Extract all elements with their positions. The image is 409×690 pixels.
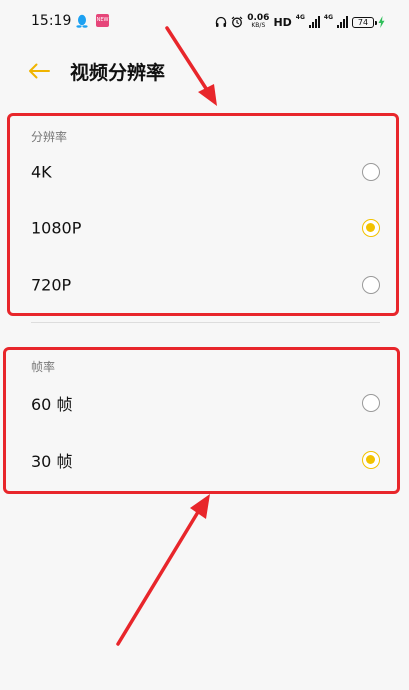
signal-strength-icon-1 [308, 16, 320, 28]
annotation-arrows [116, 26, 217, 646]
section-divider [31, 322, 380, 323]
signal-strength-icon-2 [337, 16, 348, 28]
app-bar: 视频分辨率 [0, 46, 409, 96]
app-notification-icon: NEW [96, 14, 109, 27]
network-speed: 0.06 KB/S [247, 13, 270, 30]
annotation-arrow-bottom [116, 494, 210, 646]
network-type-1: 4G [295, 14, 305, 21]
status-bar: 15:19 NEW 0.06 KB/S HD 4G 4G 74 [0, 0, 409, 44]
arrow-left-icon [29, 63, 50, 79]
battery-icon: 74 [352, 16, 377, 28]
hd-voice-indicator: HD [273, 15, 292, 29]
back-button[interactable] [24, 56, 54, 86]
annotation-box-resolution [7, 113, 399, 316]
bolt-icon [378, 16, 385, 28]
annotation-box-frame-rate [3, 347, 400, 494]
qq-icon [76, 14, 88, 28]
headphones-icon [216, 16, 227, 27]
alarm-icon [231, 16, 243, 28]
status-time: 15:19 [31, 13, 72, 29]
page-title: 视频分辨率 [70, 62, 166, 84]
status-icons: 0.06 KB/S HD 4G 4G 74 [215, 13, 385, 31]
network-type-2: 4G [323, 14, 333, 21]
